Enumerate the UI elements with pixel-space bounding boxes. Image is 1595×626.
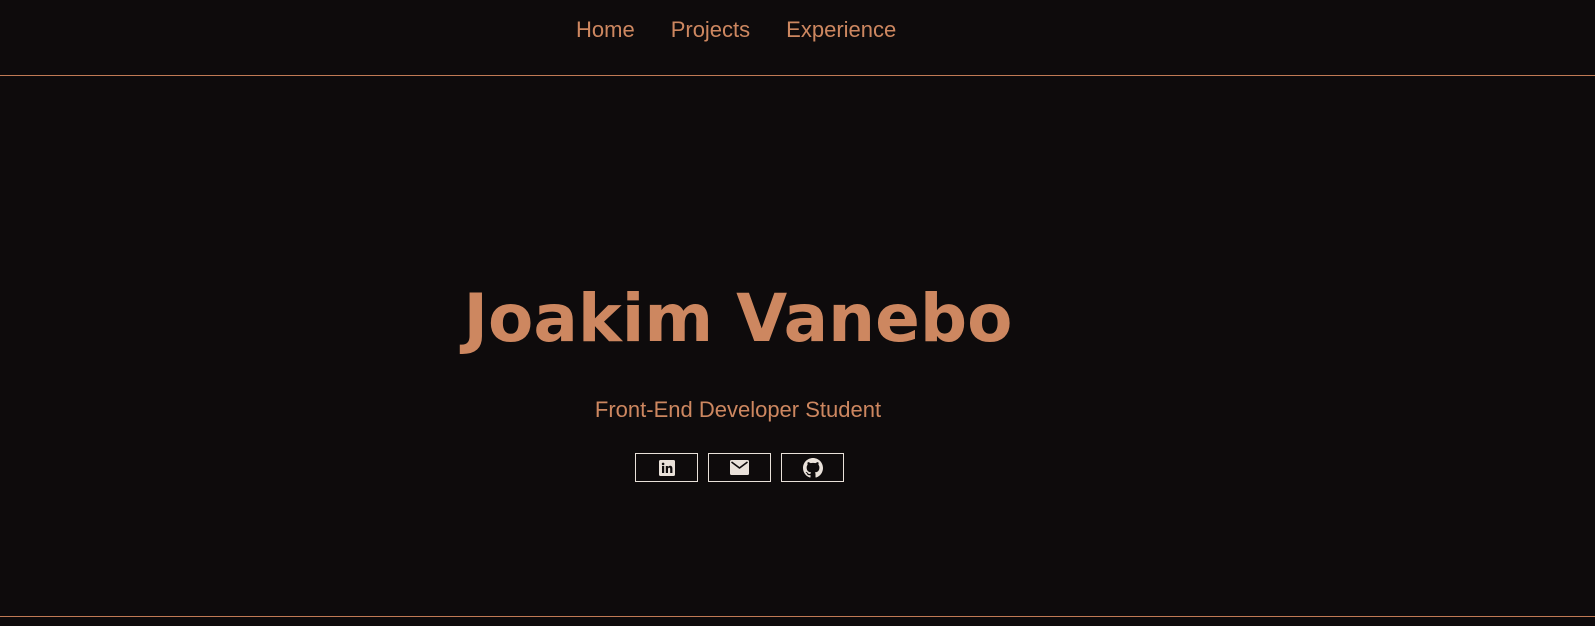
- email-button[interactable]: [708, 453, 771, 482]
- linkedin-icon: [658, 459, 675, 476]
- nav-list: Home Projects Experience: [576, 17, 896, 43]
- linkedin-button[interactable]: [635, 453, 698, 482]
- nav-link-projects[interactable]: Projects: [671, 17, 750, 42]
- nav-item-projects: Projects: [671, 17, 750, 43]
- social-links: [635, 453, 844, 482]
- hero-name: Joakim Vanebo: [463, 280, 1013, 357]
- footer-divider: [0, 616, 1595, 617]
- nav-item-home: Home: [576, 17, 635, 43]
- email-icon: [730, 460, 749, 475]
- nav-item-experience: Experience: [786, 17, 896, 43]
- nav-link-experience[interactable]: Experience: [786, 17, 896, 42]
- github-button[interactable]: [781, 453, 844, 482]
- nav-link-home[interactable]: Home: [576, 17, 635, 42]
- top-navigation: Home Projects Experience: [0, 0, 1595, 76]
- github-icon: [802, 457, 823, 478]
- hero-subtitle: Front-End Developer Student: [594, 397, 882, 422]
